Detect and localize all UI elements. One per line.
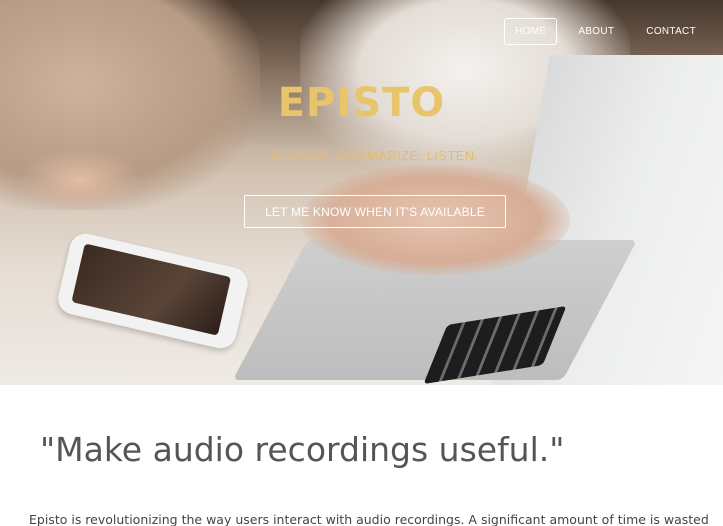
intro-paragraph: Episto is revolutionizing the way users …: [29, 512, 709, 526]
notify-me-button[interactable]: LET ME KNOW WHEN IT'S AVAILABLE: [244, 195, 506, 228]
top-nav: HOME ABOUT CONTACT: [494, 18, 707, 45]
hero-image-phone-screen: [71, 243, 232, 336]
brand-title: EPISTO: [277, 80, 446, 126]
hero-section: HOME ABOUT CONTACT EPISTO RECORD. SUMMAR…: [0, 0, 723, 385]
nav-contact-link[interactable]: CONTACT: [635, 18, 707, 45]
nav-about-link[interactable]: ABOUT: [567, 18, 625, 45]
nav-home-link[interactable]: HOME: [504, 18, 558, 45]
tagline: RECORD. SUMMARIZE. LISTEN.: [270, 148, 479, 163]
hero-image-phone: [55, 230, 251, 352]
quote-heading: "Make audio recordings useful.": [40, 430, 565, 469]
